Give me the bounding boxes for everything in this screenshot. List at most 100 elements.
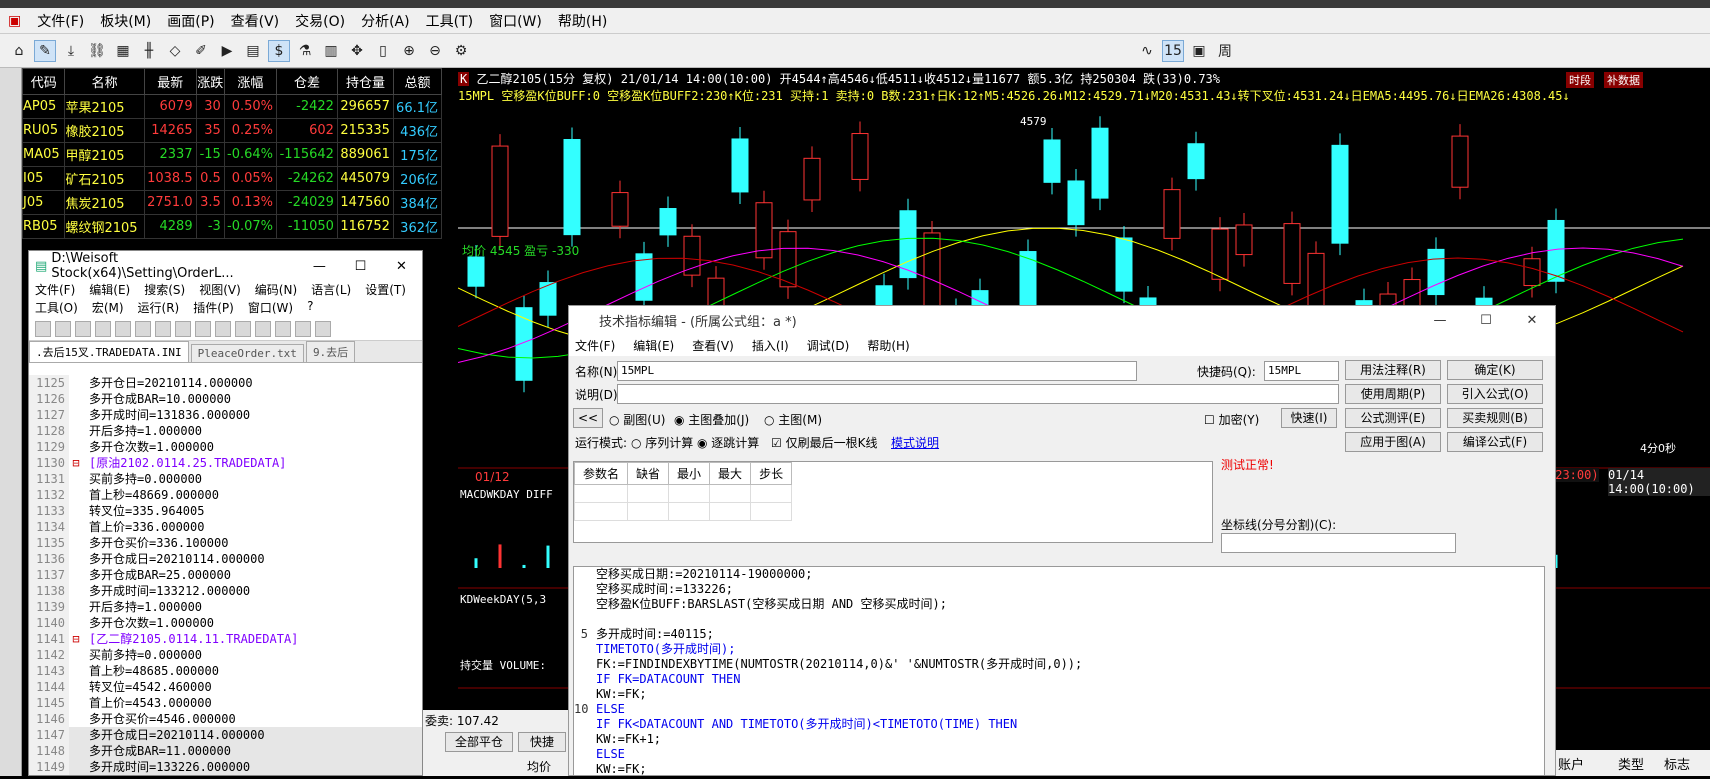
gear-icon[interactable]: ⚙: [450, 40, 472, 62]
encrypt-checkbox[interactable]: ☐ 加密(Y): [1204, 411, 1259, 428]
fe-menu-item-2[interactable]: 查看(V): [692, 337, 734, 354]
menu-screen[interactable]: 画面(P): [159, 11, 222, 31]
calendar-icon[interactable]: ▣: [1188, 40, 1210, 62]
menu-analysis[interactable]: 分析(A): [353, 11, 418, 31]
copy-icon[interactable]: [195, 320, 211, 337]
shortcut-input[interactable]: 15MPL: [1264, 361, 1339, 381]
paste-icon[interactable]: [215, 320, 231, 337]
param-table[interactable]: 参数名 缺省 最小 最大 步长: [573, 461, 1213, 543]
quick-button[interactable]: 快速(I): [1281, 408, 1337, 428]
filter-icon[interactable]: ⚗: [294, 40, 316, 62]
np-menu2-item-4[interactable]: 窗口(W): [248, 299, 293, 317]
np-menu2-item-2[interactable]: 运行(R): [138, 299, 180, 317]
menu-sector[interactable]: 板块(M): [92, 11, 159, 31]
np-menu2-item-1[interactable]: 宏(M): [92, 299, 124, 317]
name-input[interactable]: 15MPL: [617, 361, 1137, 381]
close-all-icon[interactable]: [135, 320, 151, 337]
fe-close-icon[interactable]: ✕: [1509, 313, 1555, 328]
quote-row[interactable]: RB05 螺纹钢2105 4289 -3 -0.07% -11050 116752 362亿: [21, 214, 443, 239]
session-tag[interactable]: 时段: [1566, 72, 1594, 88]
save-icon[interactable]: [75, 320, 91, 337]
col-change[interactable]: 涨跌: [195, 68, 225, 95]
menu-file[interactable]: 文件(F): [29, 11, 92, 31]
mode-last-bar[interactable]: ☑ 仅刷最后一根K线: [771, 434, 877, 451]
fold-marker[interactable]: ⊟: [69, 631, 83, 647]
apply-to-chart-button[interactable]: 应用于图(A): [1345, 432, 1441, 452]
coord-input[interactable]: [1221, 533, 1456, 553]
col-oi[interactable]: 持仓量: [336, 68, 394, 95]
column-icon[interactable]: ▯: [372, 40, 394, 62]
edit-icon[interactable]: ✐: [190, 40, 212, 62]
compile-button[interactable]: 编译公式(F): [1447, 432, 1543, 452]
fold-marker[interactable]: ⊟: [69, 455, 83, 471]
menu-window[interactable]: 窗口(W): [481, 11, 550, 31]
mode-help-link[interactable]: 模式说明: [891, 434, 939, 451]
home-icon[interactable]: ⌂: [8, 40, 30, 62]
code-editor[interactable]: 空移买成日期:=20210114-19000000; 空移买成时间:=133226…: [573, 566, 1545, 776]
np-menu-item-6[interactable]: 设置(T): [365, 281, 406, 299]
np-menu-item-1[interactable]: 编辑(E): [89, 281, 130, 299]
period-15-button[interactable]: 15: [1162, 39, 1184, 62]
download-icon[interactable]: ⤓: [60, 40, 82, 62]
col-code[interactable]: 代码: [21, 68, 66, 95]
tab-pleaceorder[interactable]: PleaceOrder.txt: [190, 344, 304, 362]
redo-icon[interactable]: [255, 320, 271, 337]
usage-notes-button[interactable]: 用法注释(R): [1345, 360, 1441, 380]
flat-all-button[interactable]: 全部平仓: [445, 732, 513, 752]
col-pct[interactable]: 涨幅: [223, 68, 278, 95]
col-account[interactable]: 账户: [1558, 754, 1618, 773]
col-type[interactable]: 类型: [1618, 754, 1664, 773]
fe-menu-item-0[interactable]: 文件(F): [575, 337, 615, 354]
save-all-icon[interactable]: [95, 320, 111, 337]
print-icon[interactable]: [155, 320, 171, 337]
np-menu-item-4[interactable]: 编码(N): [255, 281, 297, 299]
tab-third[interactable]: 9.去后: [305, 341, 356, 362]
fill-data-tag[interactable]: 补数据: [1604, 72, 1643, 88]
quote-row[interactable]: I05 矿石2105 1038.5 0.5 0.05% -24262 445079 206亿: [21, 166, 443, 191]
calc-icon[interactable]: ▤: [242, 40, 264, 62]
fe-maximize-icon[interactable]: ☐: [1463, 313, 1509, 328]
col-last[interactable]: 最新: [143, 68, 197, 95]
np-menu-item-2[interactable]: 搜索(S): [144, 281, 185, 299]
zoom-icon[interactable]: [315, 320, 331, 337]
np-menu-item-0[interactable]: 文件(F): [35, 281, 75, 299]
fe-minimize-icon[interactable]: —: [1417, 313, 1463, 328]
fe-menu-item-5[interactable]: 帮助(H): [867, 337, 909, 354]
mode-series[interactable]: ○ 序列计算: [631, 434, 693, 451]
find-icon[interactable]: [275, 320, 291, 337]
ok-button[interactable]: 确定(K): [1447, 360, 1543, 380]
new-file-icon[interactable]: [35, 320, 51, 337]
quote-row[interactable]: AP05 苹果2105 6079 30 0.50% -2422 296657 66.1亿: [21, 94, 443, 119]
play-icon[interactable]: ▶: [216, 40, 238, 62]
zoom-in-icon[interactable]: ⊕: [398, 40, 420, 62]
np-menu2-item-0[interactable]: 工具(O): [35, 299, 78, 317]
dollar-icon[interactable]: $: [268, 39, 290, 62]
np-menu-item-5[interactable]: 语言(L): [311, 281, 351, 299]
radio-subchart[interactable]: ○ 副图(U): [609, 411, 665, 428]
notepad-editor[interactable]: 1125 多开仓日=20210114.000000 1126 多开仓成BAR=10.0…: [29, 375, 422, 775]
replace-icon[interactable]: [295, 320, 311, 337]
open-file-icon[interactable]: [55, 320, 71, 337]
left-side-tabs[interactable]: [0, 68, 22, 776]
menu-help[interactable]: 帮助(H): [550, 11, 615, 31]
line-chart-icon[interactable]: ∿: [1136, 40, 1158, 62]
menu-tools[interactable]: 工具(T): [418, 11, 481, 31]
col-mark[interactable]: 标志: [1664, 754, 1704, 773]
trade-rules-button[interactable]: 买卖规则(B): [1447, 408, 1543, 428]
import-button[interactable]: 引入公式(O): [1447, 384, 1543, 404]
col-name[interactable]: 名称: [64, 68, 145, 95]
undo-icon[interactable]: [235, 320, 251, 337]
close-file-icon[interactable]: [115, 320, 131, 337]
menu-trade[interactable]: 交易(O): [287, 11, 353, 31]
minimize-icon[interactable]: —: [299, 259, 340, 274]
diamond-icon[interactable]: ◇: [164, 40, 186, 62]
menu-view[interactable]: 查看(V): [223, 11, 288, 31]
mode-tick[interactable]: ◉ 逐跳计算: [697, 434, 759, 451]
quote-row[interactable]: J05 焦炭2105 2751.0 3.5 0.13% -24029 147560 384亿: [21, 190, 443, 215]
week-button[interactable]: 周: [1214, 40, 1236, 62]
link-icon[interactable]: ⛓: [86, 40, 108, 62]
period-button[interactable]: 使用周期(P): [1345, 384, 1441, 404]
fe-menu-item-4[interactable]: 调试(D): [807, 337, 850, 354]
close-icon[interactable]: ✕: [381, 259, 422, 274]
grid-icon[interactable]: ▦: [112, 40, 134, 62]
